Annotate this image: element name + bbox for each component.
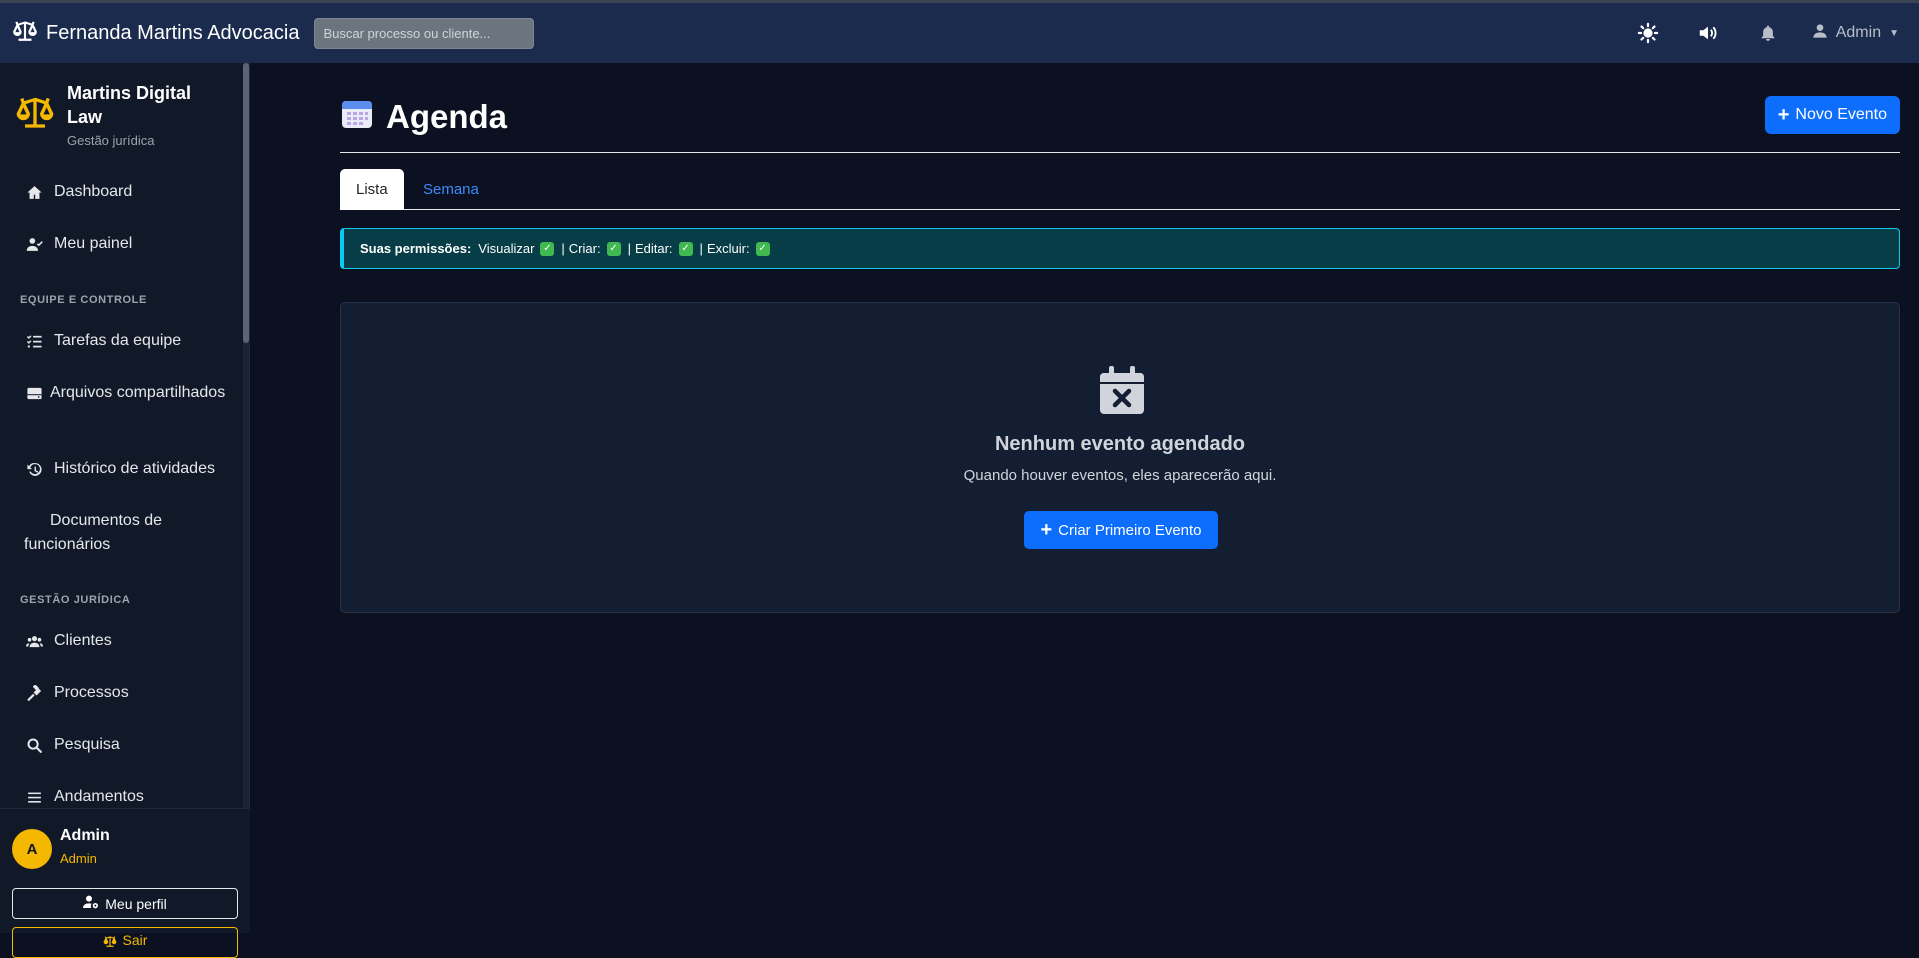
footer-user-name: Admin [60,827,110,844]
sidebar-item-label: Tarefas da equipe [54,332,182,349]
gavel-icon [24,681,44,705]
logout-button[interactable]: Sair [12,927,238,958]
scale-balance-logo-icon [15,81,55,148]
permissions-alert: Suas permissões: Visualizar ✓ | Criar: ✓… [340,228,1900,269]
sidebar-item-label: Arquivos compartilhados [50,384,226,401]
page-title-text: Agenda [386,98,508,135]
user-menu-label: Admin [1835,24,1882,41]
users-icon [24,629,44,653]
brand-name: Fernanda Martins Advocacia [46,21,300,44]
separator: | [627,241,631,256]
sidebar: Martins Digital Law Gestão jurídica Dash… [0,63,250,958]
section-label-legal: GESTÃO JURÍDICA [20,594,131,606]
sidebar-brand-title: Martins Digital Law [67,83,192,127]
plus-icon: + [1040,519,1053,541]
empty-state-title: Nenhum evento agendado [994,433,1246,455]
sidebar-item-label: Meu painel [54,235,133,252]
sidebar-item-dashboard[interactable]: Dashboard [24,180,234,204]
new-event-label: Novo Evento [1795,106,1887,123]
sidebar-item-pesquisa[interactable]: Pesquisa [24,733,234,757]
section-label-team: EQUIPE E CONTROLE [20,294,147,306]
home-icon [24,180,44,204]
tab-semana[interactable]: Semana [407,169,495,210]
sidebar-item-label: Documentos de funcionários [24,512,163,553]
history-icon [24,457,44,481]
navbar-brand[interactable]: Fernanda Martins Advocacia [12,17,299,49]
empty-state-card: Nenhum evento agendado Quando houver eve… [340,302,1900,613]
sidebar-item-documentos[interactable]: Documentos de funcionários [24,509,234,557]
sidebar-item-label: Dashboard [54,183,133,200]
plus-icon: + [1777,104,1790,126]
sidebar-item-processos[interactable]: Processos [24,681,234,705]
bell-icon[interactable] [1748,13,1788,53]
calendar-x-icon [1099,365,1145,415]
logout-label: Sair [122,932,148,948]
calendar-icon [340,96,374,138]
footer-user-role: Admin [60,851,97,866]
permissions-label: Suas permissões: [360,241,472,256]
sidebar-item-andamentos[interactable]: Andamentos [24,785,234,809]
permission-delete-label: Excluir: [706,241,750,256]
separator: | [699,241,703,256]
sidebar-item-historico[interactable]: Histórico de atividades [24,457,234,481]
sidebar-item-label: Clientes [54,632,112,649]
main-content: Agenda + Novo Evento Lista Semana Suas p… [250,63,1919,933]
sidebar-item-label: Processos [54,684,129,701]
theme-toggle-icon[interactable] [1628,13,1668,53]
create-first-event-label: Criar Primeiro Evento [1058,521,1202,539]
new-event-button[interactable]: + Novo Evento [1764,96,1900,134]
check-icon: ✓ [606,241,621,256]
sidebar-brand: Martins Digital Law Gestão jurídica [15,81,227,148]
sidebar-item-tarefas[interactable]: Tarefas da equipe [24,329,234,353]
hdd-icon [24,381,44,405]
scale-balance-small-icon [103,932,117,951]
check-icon: ✓ [678,241,693,256]
sidebar-item-meu-painel[interactable]: Meu painel [24,232,234,256]
user-dropdown[interactable]: Admin ▼ [1812,23,1899,44]
empty-state-subtitle: Quando houver eventos, eles aparecerão a… [963,467,1277,484]
user-cog-icon [83,894,99,913]
sidebar-item-label: Andamentos [54,788,144,805]
page-title: Agenda [340,96,507,138]
page-header: Agenda + Novo Evento [340,93,1900,153]
sidebar-item-label: Pesquisa [54,736,120,753]
avatar: A [12,829,52,869]
top-navbar: Fernanda Martins Advocacia Admin ▼ [0,0,1919,63]
tasks-icon [24,329,44,353]
search-input[interactable] [314,17,535,49]
check-icon: ✓ [755,241,770,256]
navbar-actions: Admin ▼ [1608,13,1899,53]
user-icon [1812,23,1828,44]
caret-down-icon: ▼ [1889,27,1899,39]
volume-icon[interactable] [1688,13,1728,53]
sidebar-footer: A Admin Admin Meu perfil Sair [0,808,250,958]
my-profile-label: Meu perfil [105,895,167,912]
sidebar-item-clientes[interactable]: Clientes [24,629,234,653]
separator: | [561,241,565,256]
user-check-icon [24,232,44,256]
search-icon [24,733,44,757]
tab-lista[interactable]: Lista [340,169,404,210]
permission-view-label: Visualizar [478,241,535,256]
sidebar-brand-subtitle: Gestão jurídica [67,133,155,148]
check-icon: ✓ [540,241,555,256]
blank-icon [24,509,44,533]
permission-create-label: Criar: [568,241,601,256]
list-icon [24,785,44,809]
permission-edit-label: Editar: [634,241,673,256]
sidebar-item-arquivos[interactable]: Arquivos compartilhados [24,381,234,405]
sidebar-scrollbar[interactable] [243,63,249,808]
scale-balance-icon [12,17,38,49]
sidebar-item-label: Histórico de atividades [54,460,215,477]
view-tabs: Lista Semana [340,169,1900,210]
sidebar-scrollbar-thumb[interactable] [243,63,249,343]
my-profile-button[interactable]: Meu perfil [12,888,238,919]
create-first-event-button[interactable]: + Criar Primeiro Evento [1024,511,1218,549]
